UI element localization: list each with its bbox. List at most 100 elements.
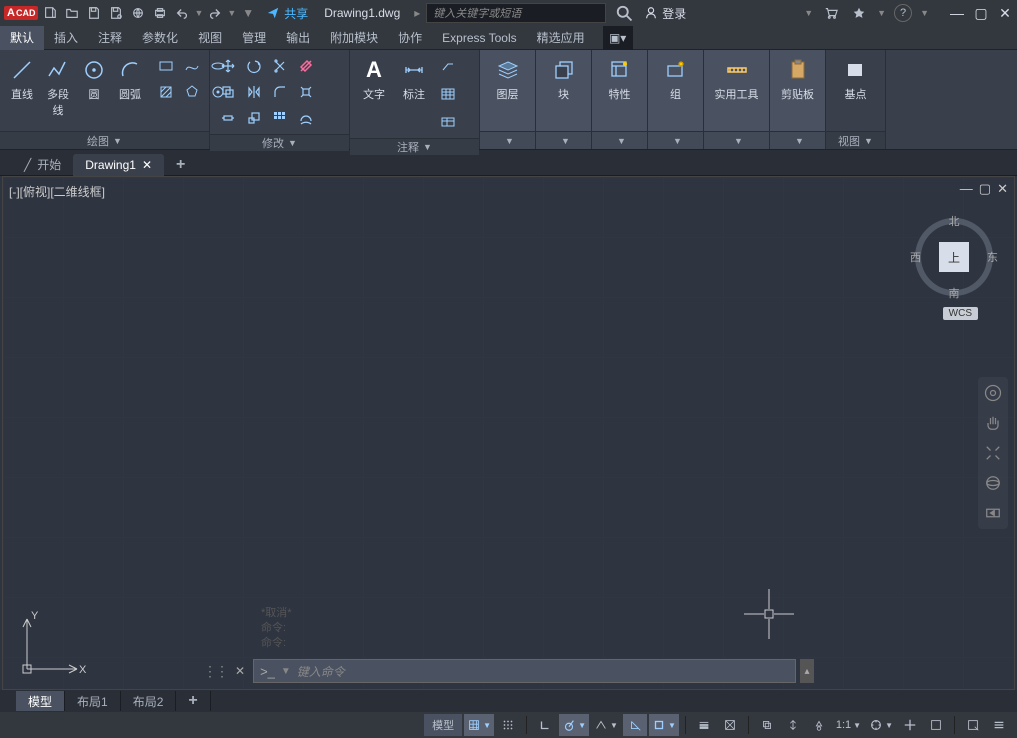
- plot-icon[interactable]: [150, 3, 170, 23]
- scale-label[interactable]: 1:1▼: [833, 714, 864, 736]
- tab-express[interactable]: Express Tools: [432, 26, 526, 50]
- search-icon[interactable]: [614, 3, 634, 23]
- fillet-icon[interactable]: [268, 80, 292, 104]
- tab-collab[interactable]: 协作: [388, 26, 432, 50]
- explode-icon[interactable]: [294, 80, 318, 104]
- tab-manage[interactable]: 管理: [232, 26, 276, 50]
- tab-parametric[interactable]: 参数化: [132, 26, 188, 50]
- leader-icon[interactable]: [436, 54, 460, 78]
- viewport-label[interactable]: [-][俯视][二维线框]: [9, 183, 105, 200]
- ribbon-collapse-icon[interactable]: ▣▾: [603, 26, 633, 50]
- vp-close-icon[interactable]: ✕: [997, 181, 1008, 197]
- stretch-icon[interactable]: [216, 106, 240, 130]
- dimension-button[interactable]: 标注: [396, 54, 432, 104]
- tab-view[interactable]: 视图: [188, 26, 232, 50]
- annomonitor-icon[interactable]: [898, 714, 922, 736]
- cmd-expand-icon[interactable]: ▴: [800, 659, 814, 683]
- erase-icon[interactable]: [294, 54, 318, 78]
- saveas-icon[interactable]: [106, 3, 126, 23]
- new-icon[interactable]: [40, 3, 60, 23]
- undo-icon[interactable]: [172, 3, 192, 23]
- transparency-icon[interactable]: [718, 714, 742, 736]
- offset-icon[interactable]: [294, 106, 318, 130]
- orbit-icon[interactable]: [983, 473, 1003, 493]
- polygon-icon[interactable]: [180, 80, 204, 104]
- hatch-icon[interactable]: [154, 80, 178, 104]
- spline-icon[interactable]: [180, 54, 204, 78]
- open-icon[interactable]: [62, 3, 82, 23]
- tab-layout1[interactable]: 布局1: [65, 691, 121, 711]
- tab-output[interactable]: 输出: [276, 26, 320, 50]
- web-icon[interactable]: [128, 3, 148, 23]
- circle-button[interactable]: 圆: [78, 54, 110, 104]
- basepoint-button[interactable]: 基点: [838, 54, 874, 104]
- scale-icon[interactable]: [242, 106, 266, 130]
- annovisibility-icon[interactable]: [807, 714, 831, 736]
- group-button[interactable]: 组: [658, 54, 694, 104]
- tab-layout2[interactable]: 布局2: [121, 691, 177, 711]
- text-button[interactable]: A文字: [356, 54, 392, 104]
- model-space-button[interactable]: 模型: [424, 714, 462, 736]
- utilities-button[interactable]: 实用工具: [711, 54, 763, 104]
- redo-icon[interactable]: [205, 3, 225, 23]
- polar-toggle-icon[interactable]: ▼: [559, 714, 589, 736]
- isodraft-icon[interactable]: ▼: [591, 714, 621, 736]
- vp-minimize-icon[interactable]: —: [960, 181, 973, 197]
- line-button[interactable]: 直线: [6, 54, 38, 104]
- app-badge[interactable]: CAD: [4, 6, 38, 20]
- drawing-canvas[interactable]: [-][俯视][二维线框] — ▢ ✕ 北 南 西 东 上 WCS Y X *取…: [2, 176, 1015, 690]
- close-tab-icon[interactable]: ✕: [142, 158, 152, 172]
- tab-insert[interactable]: 插入: [44, 26, 88, 50]
- zoom-extents-icon[interactable]: [983, 443, 1003, 463]
- filetab-start[interactable]: ╱ 开始: [12, 154, 73, 176]
- polyline-button[interactable]: 多段线: [42, 54, 74, 120]
- table-icon[interactable]: [436, 82, 460, 106]
- tab-annotate[interactable]: 注释: [88, 26, 132, 50]
- tab-model[interactable]: 模型: [16, 691, 65, 711]
- viewcube[interactable]: 北 南 西 东 上: [914, 217, 994, 297]
- ortho-toggle-icon[interactable]: [533, 714, 557, 736]
- layers-button[interactable]: 图层: [490, 54, 526, 104]
- command-input[interactable]: >_ ▼ 键入命令: [253, 659, 796, 683]
- trim-icon[interactable]: [268, 54, 292, 78]
- block-button[interactable]: 块: [546, 54, 582, 104]
- tab-default[interactable]: 默认: [0, 26, 44, 50]
- properties-button[interactable]: 特性: [602, 54, 638, 104]
- add-layout-button[interactable]: +: [176, 691, 210, 711]
- save-icon[interactable]: [84, 3, 104, 23]
- close-icon[interactable]: ✕: [997, 5, 1013, 21]
- mirror-icon[interactable]: [242, 80, 266, 104]
- units-icon[interactable]: [924, 714, 948, 736]
- tab-addins[interactable]: 附加模块: [320, 26, 388, 50]
- qprops-icon[interactable]: [961, 714, 985, 736]
- vp-maximize-icon[interactable]: ▢: [979, 181, 991, 197]
- app-icon[interactable]: [849, 3, 869, 23]
- snap-toggle-icon[interactable]: [496, 714, 520, 736]
- filetab-drawing1[interactable]: Drawing1✕: [73, 154, 164, 176]
- steering-wheel-icon[interactable]: [983, 383, 1003, 403]
- cycling-icon[interactable]: [755, 714, 779, 736]
- login-button[interactable]: 登录: [644, 5, 686, 22]
- annoscale-icon[interactable]: [781, 714, 805, 736]
- tab-featured[interactable]: 精选应用: [527, 26, 595, 50]
- tablestyle-icon[interactable]: [436, 110, 460, 134]
- pan-icon[interactable]: [983, 413, 1003, 433]
- help-icon[interactable]: ?: [894, 4, 912, 22]
- grip-icon[interactable]: ⋮⋮: [203, 663, 227, 680]
- clipboard-button[interactable]: 剪贴板: [777, 54, 818, 104]
- showmotion-icon[interactable]: [983, 503, 1003, 523]
- lineweight-icon[interactable]: [692, 714, 716, 736]
- minimize-icon[interactable]: —: [949, 5, 965, 21]
- search-input[interactable]: 键入关键字或短语: [426, 3, 606, 23]
- workspace-icon[interactable]: ▼: [866, 714, 896, 736]
- osnap-toggle-icon[interactable]: [623, 714, 647, 736]
- wcs-badge[interactable]: WCS: [943, 307, 978, 320]
- copy-icon[interactable]: [216, 80, 240, 104]
- move-icon[interactable]: [216, 54, 240, 78]
- array-icon[interactable]: [268, 106, 292, 130]
- cmd-close-icon[interactable]: ✕: [235, 664, 245, 678]
- otrack-toggle-icon[interactable]: ▼: [649, 714, 679, 736]
- new-tab-button[interactable]: +: [164, 154, 197, 176]
- cart-icon[interactable]: [821, 3, 841, 23]
- maximize-icon[interactable]: ▢: [973, 5, 989, 21]
